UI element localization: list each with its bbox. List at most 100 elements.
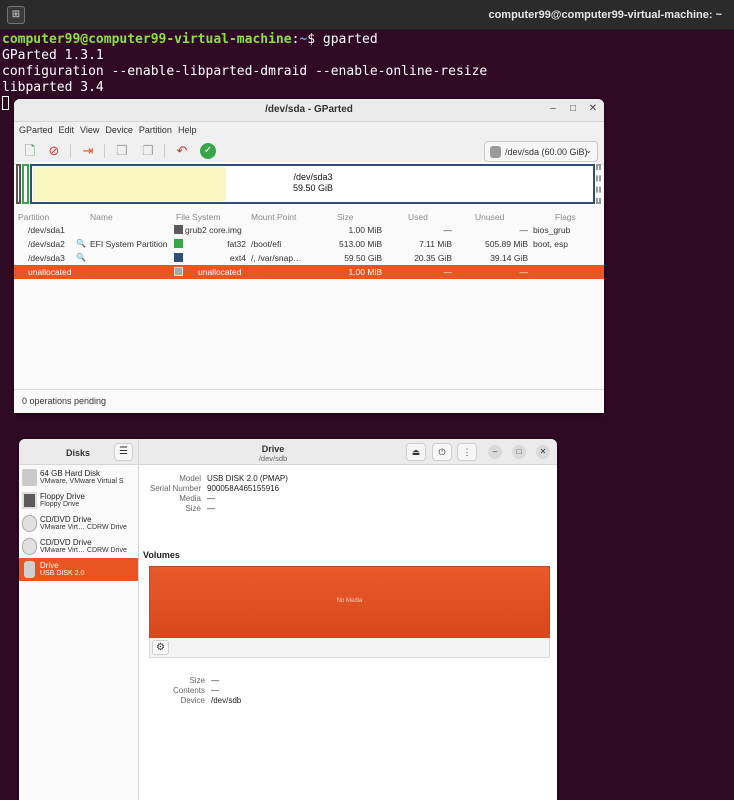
terminal-cursor xyxy=(2,96,9,110)
key-icon: 🔍 xyxy=(76,253,86,262)
harddisk-icon xyxy=(490,146,501,158)
more-options-icon[interactable]: ⋮ xyxy=(457,443,477,461)
cell-partition: /dev/sda3 xyxy=(28,253,65,263)
harddisk-icon xyxy=(22,469,37,486)
diskmap-unallocated[interactable] xyxy=(596,164,601,204)
terminal-titlebar: ⊞ computer99@computer99-virtual-machine:… xyxy=(0,0,734,30)
cell-mount: /, /var/snap… xyxy=(251,253,302,263)
diskmap-sda2[interactable] xyxy=(22,164,29,204)
col-filesystem[interactable]: File System xyxy=(176,212,220,222)
cell-size: 1.00 MiB xyxy=(348,267,382,277)
col-name[interactable]: Name xyxy=(90,212,113,222)
terminal-command: gparted xyxy=(322,32,378,47)
new-partition-icon[interactable]: 🗋 xyxy=(22,143,38,159)
disk-item-usb[interactable]: Drive USB DISK 2.0 xyxy=(19,558,138,581)
cell-flags: bios_grub xyxy=(533,225,571,235)
menu-gparted[interactable]: GParted xyxy=(18,122,58,138)
gear-icon[interactable]: ⚙ xyxy=(152,640,169,655)
col-unused[interactable]: Unused xyxy=(475,212,504,222)
menu-view[interactable]: View xyxy=(79,122,104,138)
disk-map: /dev/sda3 59.50 GiB xyxy=(16,162,601,206)
disk-item-subtitle: VMware Virt… CDRW Drive xyxy=(40,547,127,554)
disk-item-subtitle: VMware Virt… CDRW Drive xyxy=(40,524,127,531)
terminal-output-line: configuration --enable-libparted-dmraid … xyxy=(2,64,488,79)
prompt-dollar: $ xyxy=(307,32,323,47)
maximize-icon[interactable]: □ xyxy=(566,103,580,114)
disk-item-cdrom-2[interactable]: CD/DVD Drive VMware Virt… CDRW Drive xyxy=(19,535,138,558)
toolbar-separator xyxy=(70,144,71,158)
col-mountpoint[interactable]: Mount Point xyxy=(251,212,296,222)
terminal-output-line: GParted 1.3.1 xyxy=(2,48,104,63)
power-icon[interactable]: ⏻ xyxy=(432,443,452,461)
delete-partition-icon[interactable]: ⊘ xyxy=(46,143,62,159)
col-size[interactable]: Size xyxy=(337,212,354,222)
menu-device[interactable]: Device xyxy=(104,122,138,138)
toolbar-separator xyxy=(104,144,105,158)
cell-fs: grub2 core.img xyxy=(185,225,242,235)
disk-item-floppy[interactable]: Floppy Drive Floppy Drive xyxy=(19,489,138,512)
copy-icon[interactable]: ❐ xyxy=(114,143,130,159)
floppy-icon xyxy=(22,492,37,509)
disk-item-subtitle: Floppy Drive xyxy=(40,501,80,508)
maximize-icon[interactable]: □ xyxy=(512,445,526,459)
disk-item-harddisk[interactable]: 64 GB Hard Disk VMware, VMware Virtual S xyxy=(19,466,138,489)
col-used[interactable]: Used xyxy=(408,212,428,222)
volumes-heading: Volumes xyxy=(143,550,180,560)
disk-item-subtitle: VMware, VMware Virtual S xyxy=(40,478,124,485)
cell-used: 20.35 GiB xyxy=(414,253,452,263)
disks-headerbar: Disks ☰ Drive /dev/sdb ⏏ ⏻ ⋮ – □ ✕ xyxy=(19,439,557,465)
device-selector[interactable]: /dev/sda (60.00 GiB) ⌄ xyxy=(484,141,598,162)
new-tab-icon[interactable]: ⊞ xyxy=(7,6,25,24)
disk-item-cdrom-1[interactable]: CD/DVD Drive VMware Virt… CDRW Drive xyxy=(19,512,138,535)
cell-partition: /dev/sda1 xyxy=(28,225,65,235)
undo-icon[interactable]: ↶ xyxy=(174,143,190,159)
hamburger-menu-icon[interactable]: ☰ xyxy=(114,443,133,461)
cell-fs: fat32 xyxy=(227,239,246,249)
drive-details: Model USB DISK 2.0 (PMAP) Serial Number 90… xyxy=(139,466,557,800)
menu-partition[interactable]: Partition xyxy=(138,122,177,138)
cell-unused: 39.14 GiB xyxy=(490,253,528,263)
close-icon[interactable]: ✕ xyxy=(586,103,600,114)
table-row[interactable]: /dev/sda3 🔍 ext4 /, /var/snap… 59.50 GiB… xyxy=(14,251,604,265)
eject-icon[interactable]: ⏏ xyxy=(406,443,426,461)
col-flags[interactable]: Flags xyxy=(555,212,576,222)
cell-fs: unallocated xyxy=(198,267,242,277)
disk-item-title: Floppy Drive xyxy=(40,492,85,501)
cell-partition: /dev/sda2 xyxy=(28,239,65,249)
volume-map[interactable]: No Media xyxy=(149,566,550,638)
minimize-icon[interactable]: – xyxy=(488,445,502,459)
diskmap-sda3[interactable]: /dev/sda3 59.50 GiB xyxy=(30,164,595,204)
menu-help[interactable]: Help xyxy=(177,122,202,138)
optical-disc-icon xyxy=(22,538,37,555)
status-bar: 0 operations pending xyxy=(14,389,604,413)
disk-item-title: CD/DVD Drive xyxy=(40,515,92,524)
resize-move-icon[interactable]: ⇥ xyxy=(80,143,96,159)
diskmap-sda3-label: /dev/sda3 59.50 GiB xyxy=(292,172,334,193)
diskmap-sda1[interactable] xyxy=(16,164,21,204)
cell-size: 1.00 MiB xyxy=(348,225,382,235)
disks-window: Disks ☰ Drive /dev/sdb ⏏ ⏻ ⋮ – □ ✕ 64 GB… xyxy=(19,439,557,800)
col-partition[interactable]: Partition xyxy=(18,212,49,222)
close-icon[interactable]: ✕ xyxy=(536,445,550,459)
table-row-selected[interactable]: unallocated unallocated 1.00 MiB — — xyxy=(14,265,604,279)
fs-color-swatch xyxy=(174,239,183,248)
disk-item-title: Drive xyxy=(40,561,59,570)
cell-used: — xyxy=(443,267,453,277)
table-row[interactable]: /dev/sda2 🔍 EFI System Partition fat32 /… xyxy=(14,237,604,251)
cell-used: 7.11 MiB xyxy=(419,239,452,249)
usb-drive-icon xyxy=(24,561,35,578)
minimize-icon[interactable]: – xyxy=(546,103,560,114)
cell-unused: — xyxy=(519,225,529,235)
table-row[interactable]: /dev/sda1 grub2 core.img 1.00 MiB — — bi… xyxy=(14,223,604,237)
cell-size: 513.00 MiB xyxy=(339,239,382,249)
chevron-down-icon: ⌄ xyxy=(585,146,592,155)
volume-label: No Media xyxy=(336,598,363,604)
device-selector-label: /dev/sda (60.00 GiB) xyxy=(505,147,588,157)
cell-size: 59.50 GiB xyxy=(344,253,382,263)
terminal-prompt-line: computer99@computer99-virtual-machine:~$… xyxy=(2,32,487,48)
volume-toolbar: ⚙ xyxy=(149,638,550,658)
paste-icon[interactable]: ❐ xyxy=(140,143,156,159)
menu-edit[interactable]: Edit xyxy=(58,122,80,138)
gparted-menubar: GParted Edit View Device Partition Help xyxy=(14,122,604,138)
apply-icon[interactable]: ✓ xyxy=(200,143,216,159)
